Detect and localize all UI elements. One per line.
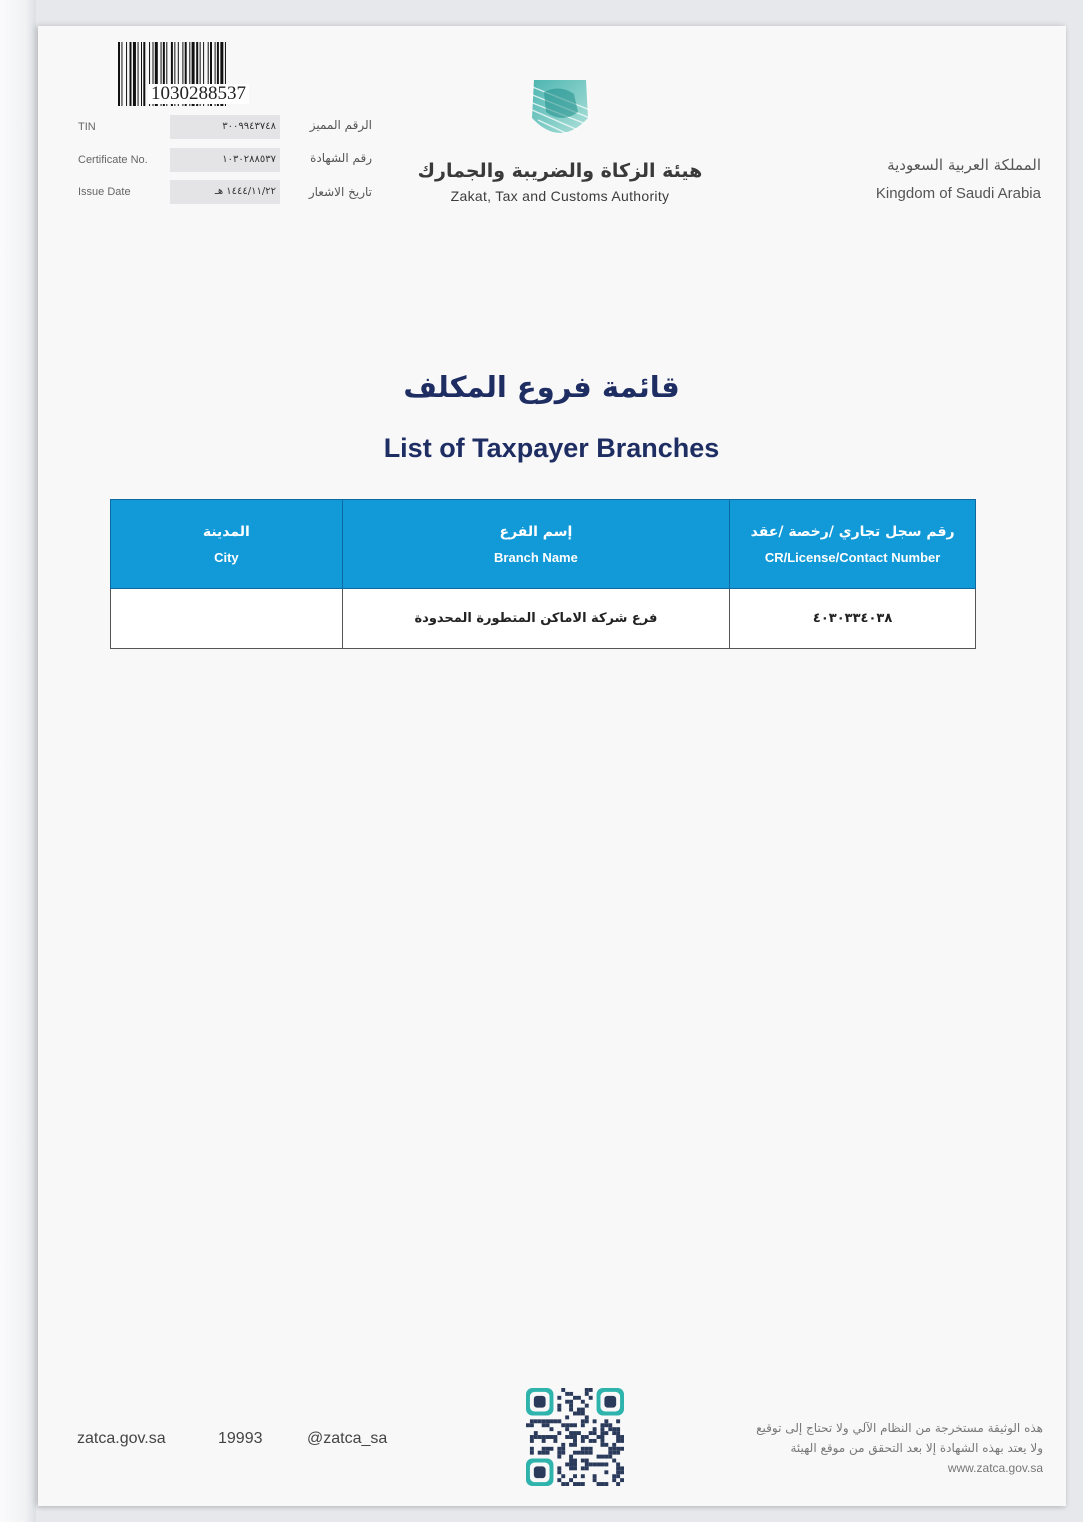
certificate-no-label-ar: رقم الشهادة [310,151,372,165]
footer-note-line-1: هذه الوثيقة مستخرجة من النظام الآلي ولا … [756,1421,1043,1435]
qr-code [526,1388,624,1486]
column-header-city-ar: المدينة [202,523,250,540]
tin-value: ٣٠٠٩٩٤٣٧٤٨ [170,115,280,139]
table-header-row: المدينة City إسم الفرع Branch Name رقم س… [110,499,976,589]
barcode-number: 1030288537 [148,84,249,104]
issue-date-label-ar: تاريخ الاشعار [308,185,372,199]
column-header-city: المدينة City [110,499,343,589]
footer-disclaimer: هذه الوثيقة مستخرجة من النظام الآلي ولا … [643,1418,1043,1478]
footer-note-line-2: ولا يعتد بهذه الشهادة إلا بعد التحقق من … [790,1441,1043,1455]
page-title-arabic: قائمة فروع المكلف [403,370,680,404]
kingdom-name-english: Kingdom of Saudi Arabia [875,185,1041,202]
column-header-branch-name: إسم الفرع Branch Name [341,499,731,589]
footer-website-link[interactable]: zatca.gov.sa [77,1430,166,1448]
tin-label: TIN [78,121,96,133]
certificate-no-label: Certificate No. [78,154,148,166]
cell-city [110,588,343,649]
column-header-city-en: City [214,549,239,565]
branches-table: المدينة City إسم الفرع Branch Name رقم س… [110,499,976,649]
table-row: فرع شركة الاماكن المتطورة المحدودة ٤٠٣٠٣… [110,588,976,649]
certificate-no-value: ١٠٣٠٢٨٨٥٣٧ [170,148,280,172]
tin-label-ar: الرقم المميز [309,118,372,132]
footer-social-handle[interactable]: @zatca_sa [307,1430,387,1448]
certificate-page [38,26,1066,1506]
organization-name-english: Zakat, Tax and Customs Authority [450,188,670,204]
issue-date-label: Issue Date [78,186,131,198]
cell-cr-number: ٤٠٣٠٣٣٤٠٣٨ [729,588,976,649]
page-title-english: List of Taxpayer Branches [383,433,720,463]
kingdom-name-arabic: المملكة العربية السعودية [887,156,1041,174]
column-header-branch-name-ar: إسم الفرع [499,523,573,540]
column-header-cr-number: رقم سجل تجاري /رخصة /عقد CR/License/Cont… [729,499,976,589]
column-header-cr-number-en: CR/License/Contact Number [764,549,941,565]
footer-phone: 19993 [218,1430,263,1447]
issue-date-value: ١٤٤٤/١١/٢٢ هـ [170,180,280,204]
column-header-cr-number-ar: رقم سجل تجاري /رخصة /عقد [750,523,955,540]
cell-branch-name: فرع شركة الاماكن المتطورة المحدودة [341,588,731,649]
page-edge [0,0,36,1522]
footer-note-website[interactable]: www.zatca.gov.sa [643,1458,1043,1478]
zatca-logo [529,80,591,135]
column-header-branch-name-en: Branch Name [494,549,578,565]
organization-name-arabic: هيئة الزكاة والضريبة والجمارك [417,160,703,182]
